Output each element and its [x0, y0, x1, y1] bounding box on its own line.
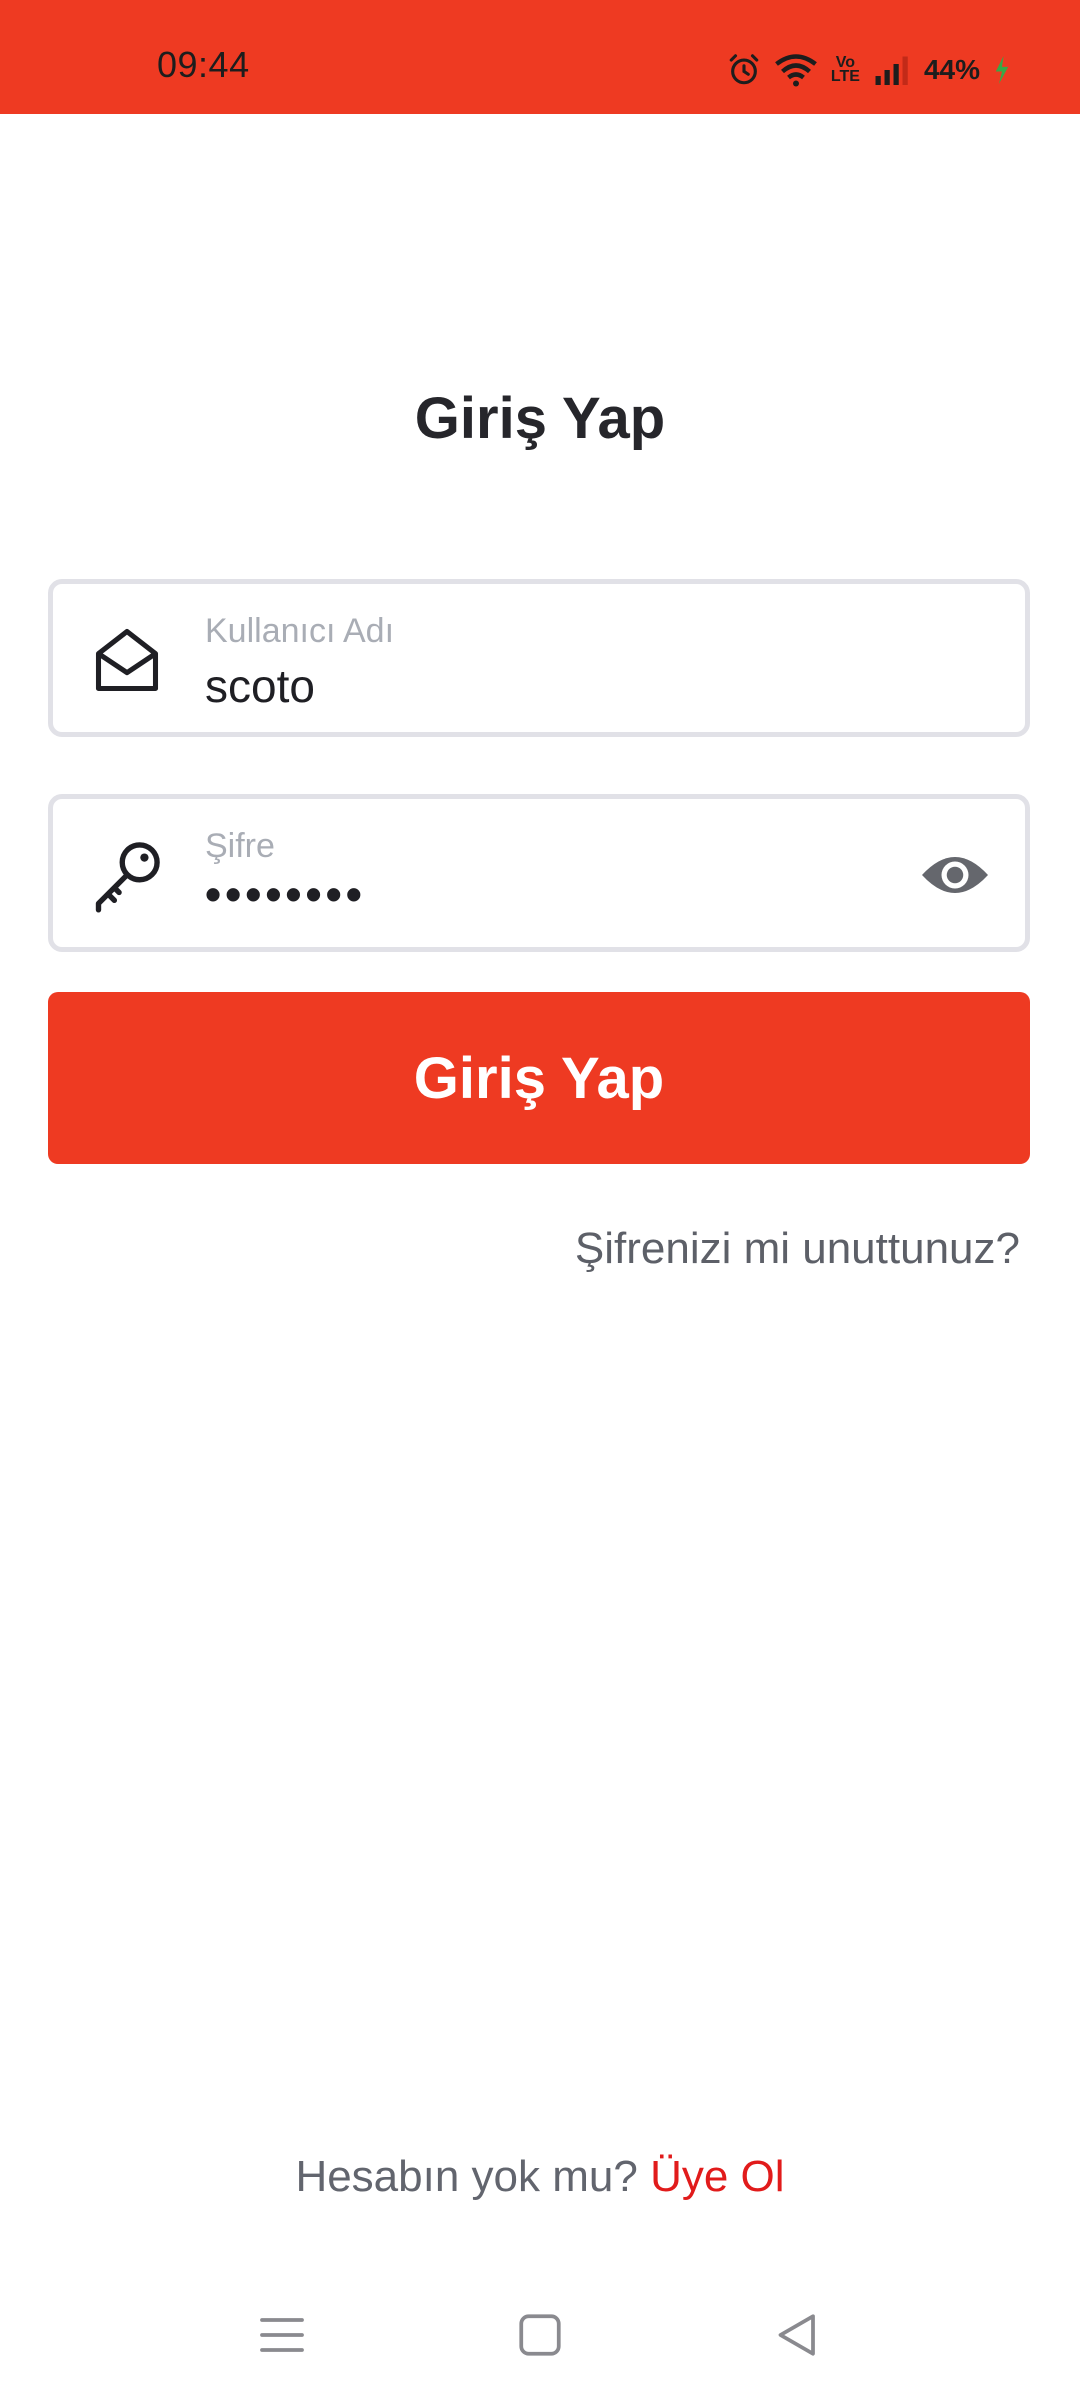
system-nav-bar: [0, 2300, 1080, 2370]
signup-row: Hesabın yok mu? Üye Ol: [0, 2152, 1080, 2202]
password-field[interactable]: Şifre ••••••••: [48, 794, 1030, 952]
eye-icon[interactable]: [919, 847, 991, 903]
password-label: Şifre: [205, 827, 275, 865]
back-triangle-icon[interactable]: [773, 2310, 823, 2360]
username-input[interactable]: scoto: [205, 659, 315, 713]
battery-charging-icon: [995, 56, 1009, 84]
volte-icon: Vo LTE: [830, 54, 860, 85]
signup-link[interactable]: Üye Ol: [650, 2152, 784, 2201]
alarm-icon: [729, 54, 759, 85]
username-label: Kullanıcı Adı: [205, 612, 395, 650]
signup-question: Hesabın yok mu?: [295, 2152, 638, 2201]
envelope-open-icon: [95, 628, 159, 692]
forgot-password-link[interactable]: Şifrenizi mi unuttunuz?: [575, 1224, 1020, 1274]
status-bar: 09:44 Vo LTE 44%: [0, 0, 1080, 114]
login-button[interactable]: Giriş Yap: [48, 992, 1030, 1164]
page-title: Giriş Yap: [414, 386, 666, 451]
battery-percent: 44%: [923, 54, 980, 85]
signal-icon: [875, 56, 908, 85]
status-time: 09:44: [157, 44, 250, 85]
wifi-icon: [775, 54, 817, 87]
key-icon: [95, 842, 160, 913]
password-input[interactable]: ••••••••: [205, 867, 366, 921]
home-square-icon[interactable]: [515, 2310, 565, 2360]
status-icons: Vo LTE 44%: [727, 50, 1010, 90]
menu-icon[interactable]: [257, 2310, 307, 2360]
username-field[interactable]: Kullanıcı Adı scoto: [48, 579, 1030, 737]
